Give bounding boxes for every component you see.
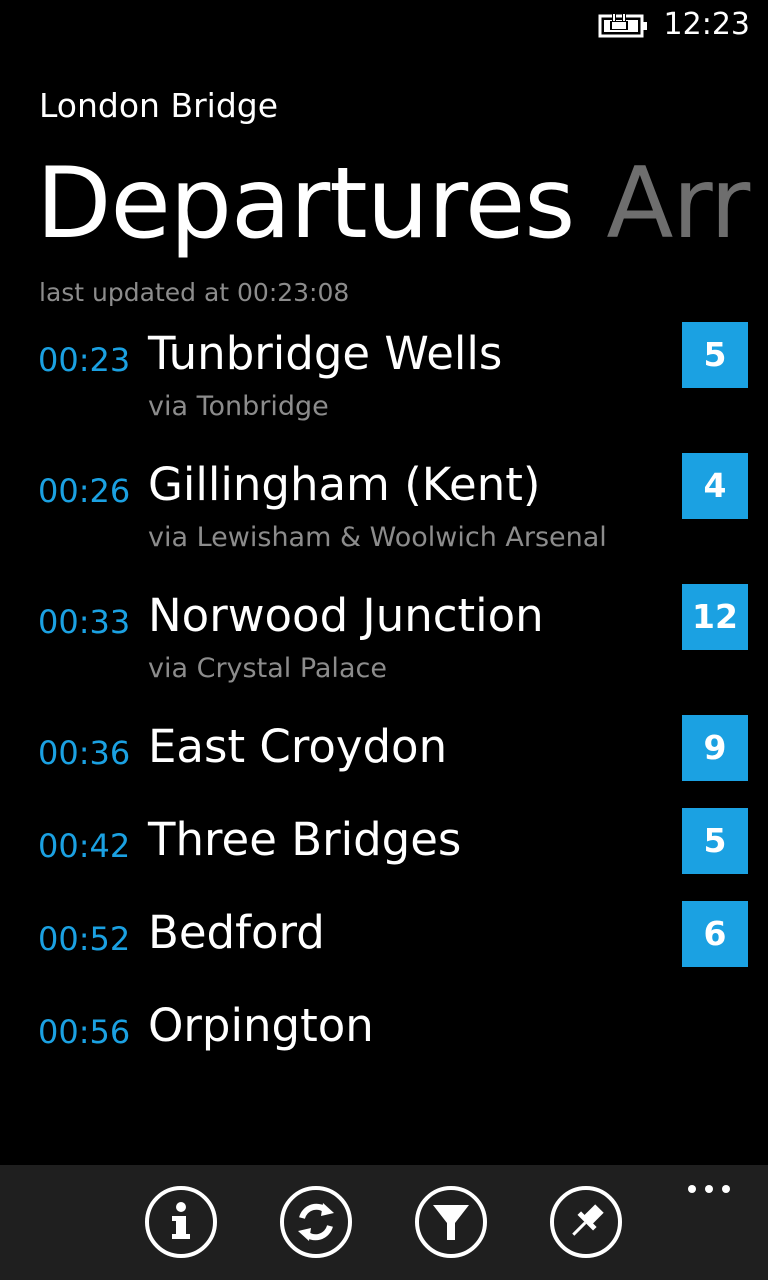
departure-row[interactable]: 00:56 Orpington <box>0 992 768 1085</box>
refresh-button[interactable] <box>279 1185 353 1259</box>
departure-destination: Bedford <box>148 906 325 959</box>
departure-destination: Norwood Junction <box>148 589 544 642</box>
filter-icon <box>415 1186 487 1258</box>
departure-time: 00:36 <box>38 734 131 772</box>
departure-time: 00:23 <box>38 341 131 379</box>
filter-button[interactable] <box>414 1185 488 1259</box>
departure-time: 00:56 <box>38 1013 131 1051</box>
battery-charging-icon <box>598 13 647 38</box>
departure-row[interactable]: 00:26 Gillingham (Kent) via Lewisham & W… <box>0 451 768 582</box>
departure-time: 00:42 <box>38 827 131 865</box>
platform-badge: 12 <box>682 584 748 650</box>
departures-list: 00:23 Tunbridge Wells via Tonbridge 5 00… <box>0 320 768 1085</box>
platform-badge: 9 <box>682 715 748 781</box>
pivot-tab-arrivals[interactable]: Arr <box>606 147 750 261</box>
app-bar <box>0 1165 768 1280</box>
departure-via: via Tonbridge <box>148 391 329 422</box>
departure-time: 00:33 <box>38 603 131 641</box>
ellipsis-icon[interactable] <box>686 1173 732 1203</box>
pivot-header: Departures Arr <box>36 144 750 264</box>
refresh-icon <box>280 1186 352 1258</box>
status-clock: 12:23 <box>663 7 750 42</box>
screen: 12:23 London Bridge Departures Arr last u… <box>0 0 768 1280</box>
last-updated-text: last updated at 00:23:08 <box>39 278 350 307</box>
pin-button[interactable] <box>549 1185 623 1259</box>
departure-row[interactable]: 00:42 Three Bridges 5 <box>0 806 768 899</box>
departure-destination: Gillingham (Kent) <box>148 458 541 511</box>
info-button[interactable] <box>144 1185 218 1259</box>
info-icon <box>145 1186 217 1258</box>
pin-icon <box>550 1186 622 1258</box>
status-bar: 12:23 <box>0 0 768 50</box>
departure-row[interactable]: 00:52 Bedford 6 <box>0 899 768 992</box>
station-name: London Bridge <box>39 86 279 125</box>
departure-via: via Crystal Palace <box>148 653 387 684</box>
platform-badge: 6 <box>682 901 748 967</box>
departure-time: 00:52 <box>38 920 131 958</box>
departure-destination: Orpington <box>148 999 374 1052</box>
departure-row[interactable]: 00:36 East Croydon 9 <box>0 713 768 806</box>
departure-destination: Tunbridge Wells <box>148 327 503 380</box>
departure-row[interactable]: 00:23 Tunbridge Wells via Tonbridge 5 <box>0 320 768 451</box>
departure-via: via Lewisham & Woolwich Arsenal <box>148 522 607 553</box>
platform-badge: 5 <box>682 808 748 874</box>
platform-badge: 4 <box>682 453 748 519</box>
departure-row[interactable]: 00:33 Norwood Junction via Crystal Palac… <box>0 582 768 713</box>
departure-destination: East Croydon <box>148 720 448 773</box>
platform-badge: 5 <box>682 322 748 388</box>
departure-destination: Three Bridges <box>148 813 462 866</box>
pivot-tab-departures[interactable]: Departures <box>36 147 575 261</box>
departure-time: 00:26 <box>38 472 131 510</box>
